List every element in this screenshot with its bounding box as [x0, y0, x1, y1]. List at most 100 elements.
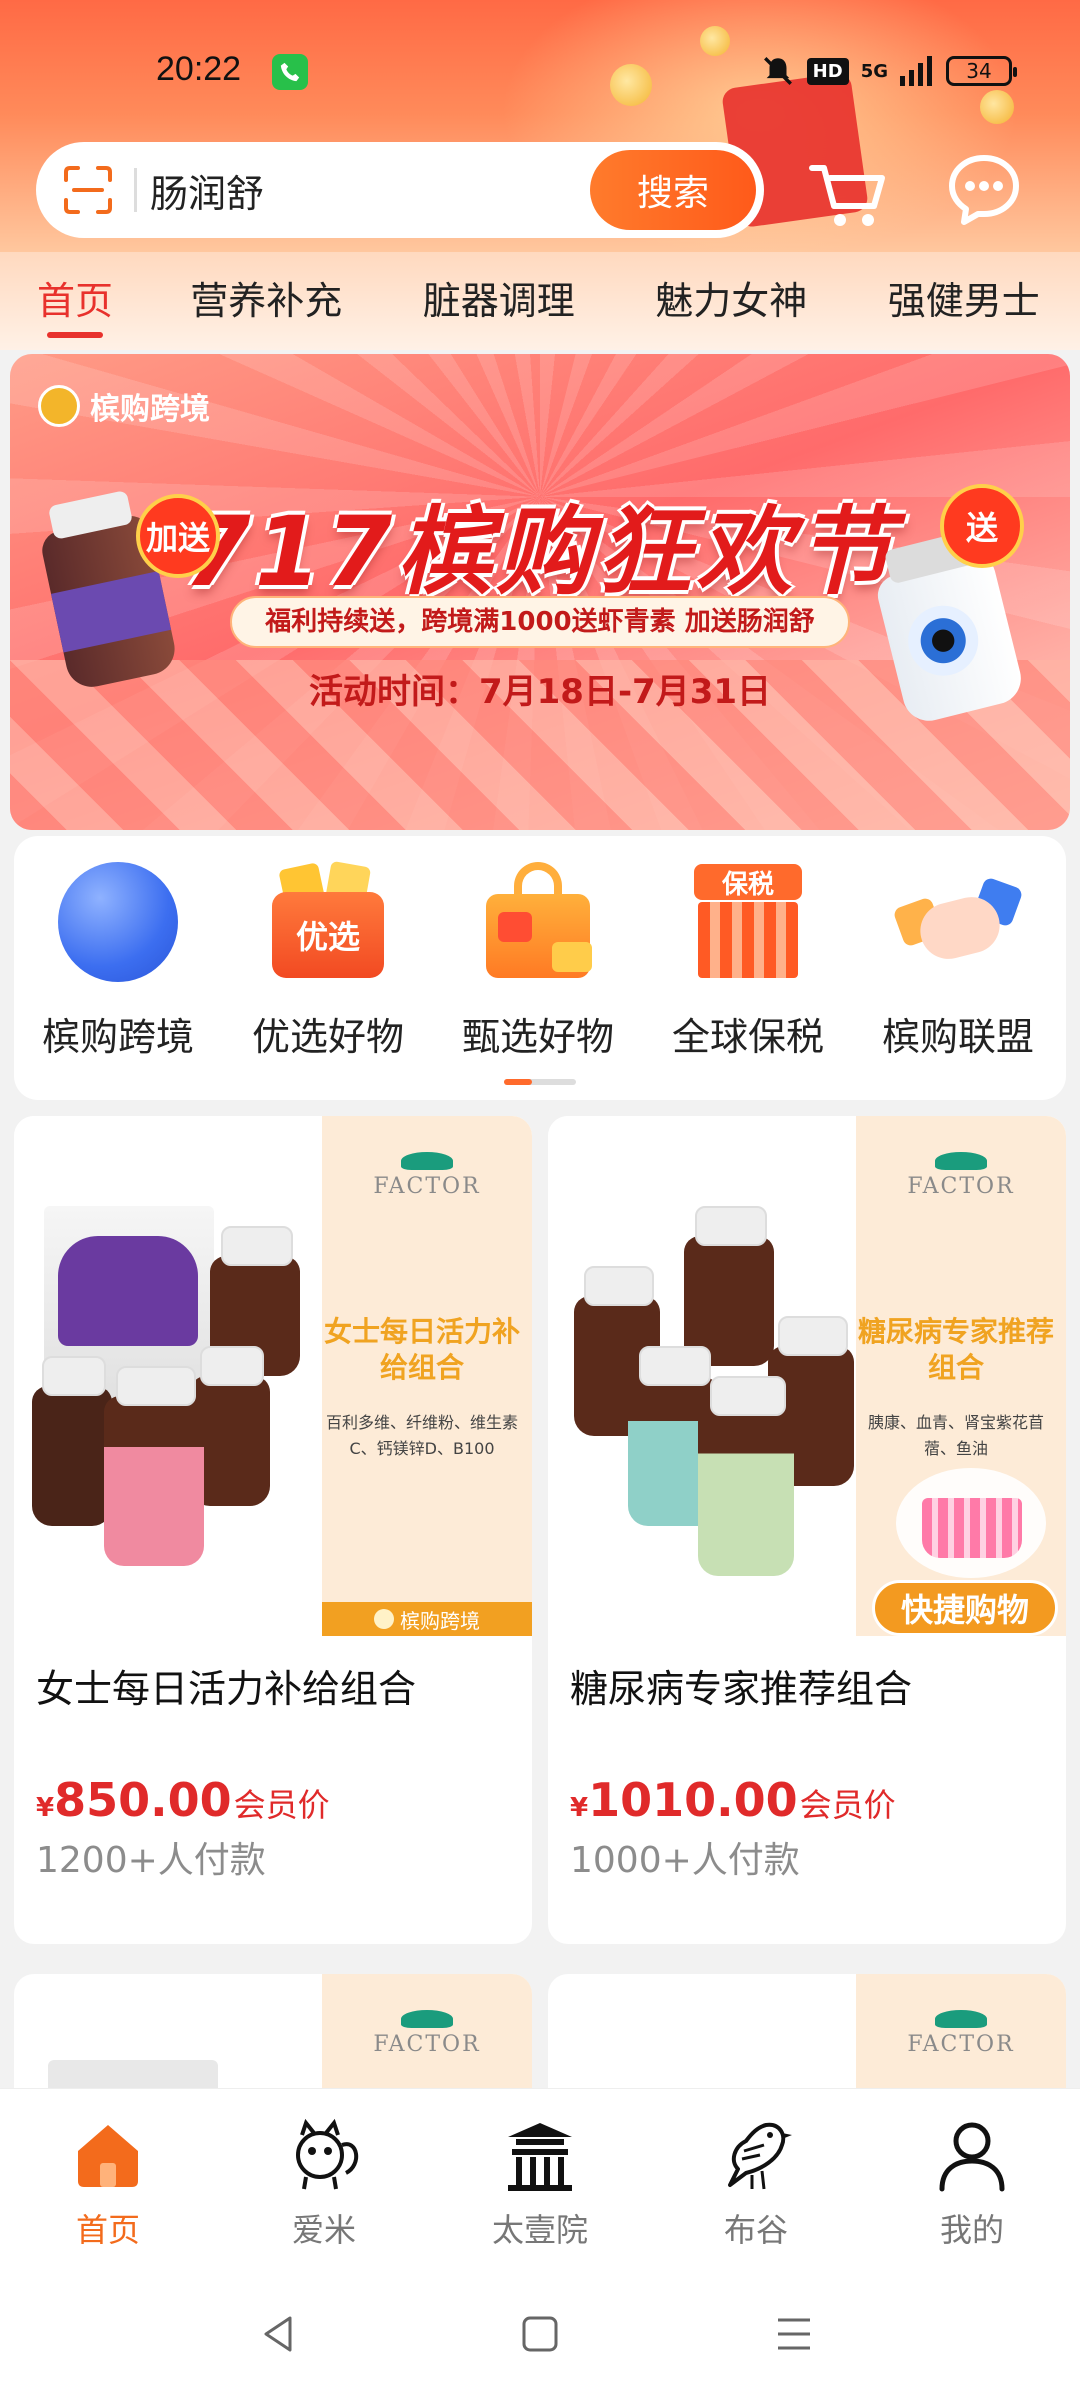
message-icon[interactable]: [946, 152, 1022, 228]
nav-taiyiyuan[interactable]: 太壹院: [460, 2115, 620, 2251]
leaf-icon: [935, 1152, 987, 1170]
quick-link-cross-border[interactable]: 槟购跨境: [18, 862, 218, 1061]
product-image: FACTOR 糖尿病专家推荐组合 胰康、血青、肾宝紫花苜蓿、鱼油 快捷购物: [548, 1116, 1066, 1636]
network-type: 5G: [860, 60, 888, 82]
sales-count: 1000+人付款: [570, 1840, 800, 1881]
mute-icon: [763, 57, 792, 85]
nav-label: 我的: [939, 2211, 1004, 2249]
currency-symbol: ¥: [570, 1793, 589, 1823]
product-card[interactable]: FACTOR 糖尿病专家推荐组合 胰康、血青、肾宝紫花苜蓿、鱼油 快捷购物 糖尿…: [548, 1116, 1066, 1944]
promo-title: 糖尿病专家推荐组合: [857, 1315, 1054, 1384]
hd-badge: HD: [806, 57, 849, 85]
squirrel-icon: [296, 2118, 358, 2190]
supplement-bottle: [32, 1356, 112, 1526]
gift-badge: 送: [940, 484, 1024, 568]
nav-label: 布谷: [723, 2211, 788, 2249]
page-indicator: [504, 1079, 576, 1085]
quick-link-bonded[interactable]: 保税 全球保税: [648, 862, 848, 1061]
tab-nutrition[interactable]: 营养补充: [150, 252, 383, 350]
brand-strip: 槟购跨境: [322, 1602, 532, 1636]
sales-count: 1200+人付款: [36, 1840, 266, 1881]
quick-buy[interactable]: 快捷购物: [872, 1454, 1058, 1636]
back-icon[interactable]: [256, 2312, 300, 2356]
promo-title: 女士每日活力补给组合: [323, 1315, 520, 1384]
product-name: 糖尿病专家推荐组合: [570, 1667, 913, 1711]
search-input[interactable]: [150, 160, 620, 220]
globe-icon: [58, 862, 178, 982]
leaf-icon: [401, 2010, 453, 2028]
fibrous-powder-box: [48, 2060, 218, 2088]
bottle-label: [51, 571, 172, 653]
status-bar: 20:22 HD 5G 34: [0, 0, 1080, 140]
promo-banner[interactable]: 槟购跨境 717槟购狂欢节 福利持续送，跨境满1000送虾青素 加送肠润舒 活动…: [10, 354, 1070, 830]
product-card-partial[interactable]: FACTOR: [548, 1974, 1066, 2088]
price-value: 1010.00: [588, 1773, 798, 1827]
home-square-icon[interactable]: [518, 2312, 562, 2356]
quick-link-label: 槟购跨境: [41, 1015, 194, 1059]
supplement-bottle: [104, 1366, 204, 1566]
status-time: 20:22: [156, 50, 242, 88]
nav-label: 首页: [75, 2211, 140, 2249]
banner-brand-label: 槟购跨境: [90, 392, 210, 427]
quick-link-label: 全球保税: [671, 1015, 824, 1059]
quick-link-youxuan[interactable]: 优选 优选好物: [228, 860, 428, 1061]
home-icon: [78, 2125, 138, 2187]
supplement-bottle: [698, 1376, 794, 1576]
nav-mine[interactable]: 我的: [892, 2115, 1052, 2251]
bonded-store-icon: 保税: [688, 862, 808, 982]
quick-link-zhenxuan[interactable]: 甄选好物: [438, 862, 638, 1061]
quick-links: 槟购跨境 优选 优选好物 甄选好物 保税 全球保税 槟购联盟: [14, 836, 1066, 1100]
tab-men[interactable]: 强健男士: [848, 252, 1080, 350]
product-price: ¥ 1010.00 会员价: [548, 1773, 1066, 1827]
product-card-partial[interactable]: FACTOR: [14, 1974, 532, 2088]
member-price-label: 会员价: [799, 1786, 896, 1824]
tab-organ-care[interactable]: 脏器调理: [383, 252, 616, 350]
brand-logo-icon: [374, 1609, 394, 1629]
leaf-icon: [935, 2010, 987, 2028]
quick-link-alliance[interactable]: 槟购联盟: [858, 862, 1058, 1061]
product-name: 女士每日活力补给组合: [36, 1667, 417, 1711]
system-navigation-bar: [0, 2268, 1080, 2400]
tab-women[interactable]: 魅力女神: [615, 252, 848, 350]
factor-logo: FACTOR: [896, 2010, 1026, 2057]
menu-icon[interactable]: [772, 2312, 816, 2356]
header: 20:22 HD 5G 34 搜索: [0, 0, 1080, 252]
leaf-icon: [401, 1152, 453, 1170]
handshake-icon: [892, 862, 1024, 982]
promo-desc: 百利多维、纤维粉、维生素C、钙镁锌D、B100: [325, 1413, 518, 1458]
banner-brand: 槟购跨境: [38, 384, 210, 428]
nav-aimi[interactable]: 爱米: [244, 2115, 404, 2251]
brand-logo-icon: [38, 385, 80, 427]
tab-home[interactable]: 首页: [0, 252, 150, 350]
factor-logo: FACTOR: [362, 1152, 492, 1199]
youxuan-icon: 优选: [268, 860, 388, 982]
extra-gift-badge: 加送: [136, 494, 220, 578]
bird-icon: [728, 2122, 792, 2190]
shopping-bag-icon: [478, 862, 598, 982]
factor-logo: FACTOR: [362, 2010, 492, 2057]
product-price: ¥ 850.00 会员价: [14, 1773, 532, 1827]
status-icons: HD 5G 34: [761, 54, 1017, 88]
phone-call-icon: [272, 54, 308, 90]
quick-link-label: 槟购联盟: [881, 1015, 1034, 1059]
cart-icon[interactable]: [804, 148, 892, 236]
product-card[interactable]: FACTOR 女士每日活力补给组合 百利多维、纤维粉、维生素C、钙镁锌D、B10…: [14, 1116, 532, 1944]
scan-icon[interactable]: [62, 164, 114, 216]
shopping-basket-icon: [896, 1468, 1046, 1578]
signal-icon: [900, 56, 932, 86]
person-icon: [939, 2122, 1005, 2192]
factor-logo: FACTOR: [896, 1152, 1026, 1199]
quick-buy-button[interactable]: 快捷购物: [872, 1580, 1058, 1636]
pavilion-icon: [508, 2123, 572, 2191]
search-bar[interactable]: 搜索: [36, 142, 764, 238]
search-button[interactable]: 搜索: [590, 150, 756, 230]
quick-link-label: 优选好物: [251, 1015, 404, 1059]
nav-home[interactable]: 首页: [28, 2115, 188, 2251]
currency-symbol: ¥: [36, 1793, 55, 1823]
nav-label: 爱米: [291, 2211, 356, 2249]
member-price-label: 会员价: [233, 1786, 330, 1824]
search-divider: [134, 168, 137, 212]
product-image: FACTOR 女士每日活力补给组合 百利多维、纤维粉、维生素C、钙镁锌D、B10…: [14, 1116, 532, 1636]
quick-link-label: 甄选好物: [461, 1015, 614, 1059]
nav-bugu[interactable]: 布谷: [676, 2115, 836, 2251]
